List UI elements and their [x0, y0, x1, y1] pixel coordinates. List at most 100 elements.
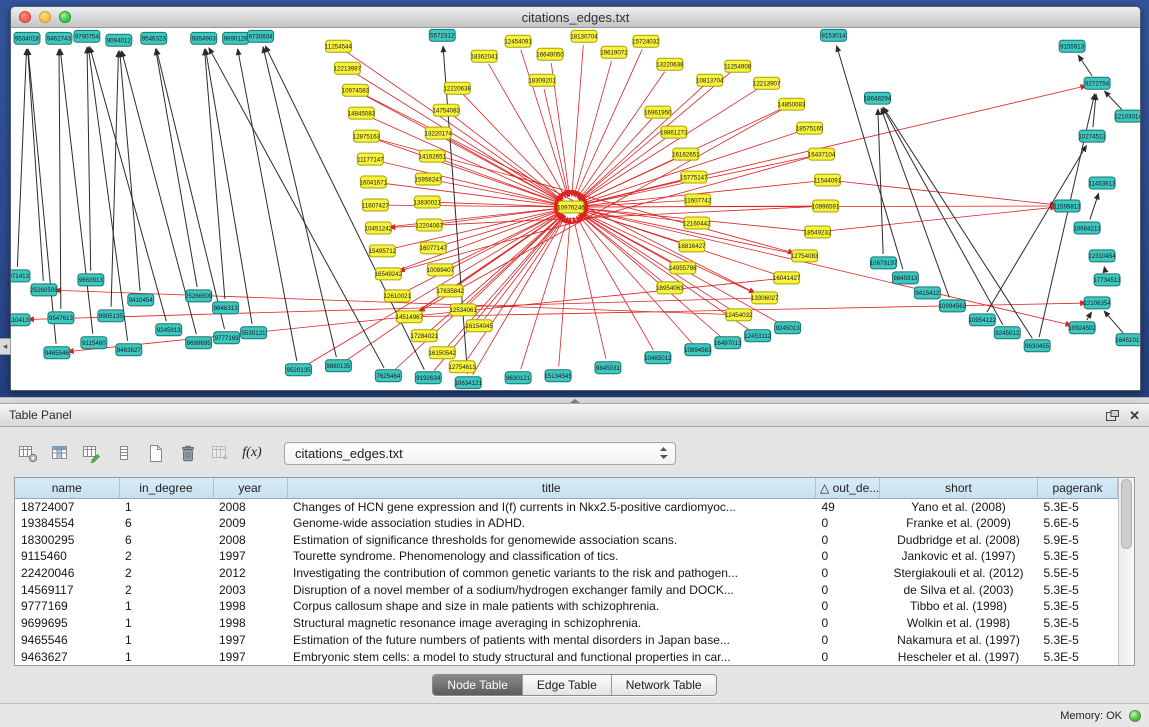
graph-node[interactable]: 9530121: [241, 327, 267, 339]
network-canvas[interactable]: 1097624611254544122139871097458314845083…: [11, 28, 1140, 391]
table-row[interactable]: 1830029562008Estimation of significance …: [15, 531, 1118, 548]
column-header-pagerank[interactable]: pagerank: [1038, 478, 1118, 498]
graph-node[interactable]: 10994563: [684, 344, 712, 356]
vertical-scrollbar[interactable]: [1118, 478, 1134, 665]
table-row[interactable]: 946362711997Embryonic stem cells: a mode…: [15, 648, 1118, 665]
tab-edge-table[interactable]: Edge Table: [522, 675, 611, 695]
graph-node[interactable]: 11544091: [814, 174, 842, 186]
graph-node[interactable]: 25266509: [185, 290, 213, 302]
table-row[interactable]: 1456911722003Disruption of a novel membe…: [15, 581, 1118, 598]
graph-node[interactable]: 10679197: [870, 257, 898, 269]
graph-node[interactable]: 9110413: [11, 314, 30, 326]
tab-network-table[interactable]: Network Table: [611, 675, 716, 695]
graph-node[interactable]: 16649050: [536, 48, 564, 60]
column-header-in_degree[interactable]: in_degree: [119, 478, 213, 498]
graph-node[interactable]: 9245013: [775, 322, 801, 334]
attribute-table[interactable]: namein_degreeyeartitle△ out_de...shortpa…: [15, 478, 1118, 665]
scrollbar-thumb[interactable]: [1121, 479, 1132, 549]
graph-node[interactable]: 9905135: [98, 310, 124, 322]
graph-node[interactable]: 14162651: [419, 150, 447, 162]
graph-node[interactable]: 15724032: [632, 35, 660, 47]
graph-node[interactable]: 9730604: [248, 30, 274, 42]
graph-node[interactable]: 5572312: [429, 29, 455, 41]
graph-node[interactable]: 12310454: [1088, 250, 1116, 262]
graph-node[interactable]: 10996591: [812, 200, 840, 212]
graph-node[interactable]: 13306027: [751, 292, 779, 304]
graph-node[interactable]: 10094563: [939, 300, 967, 312]
graph-node[interactable]: 16961950: [644, 106, 672, 118]
graph-node[interactable]: 9245913: [156, 324, 182, 336]
graph-node[interactable]: 17284021: [411, 330, 439, 342]
table-row[interactable]: 911546021997Tourette syndrome. Phenomeno…: [15, 548, 1118, 565]
graph-node[interactable]: 18954063: [656, 282, 684, 294]
graph-node[interactable]: 9845031: [595, 362, 621, 374]
graph-node[interactable]: 18309201: [528, 74, 556, 86]
close-panel-icon[interactable]: ✕: [1129, 409, 1140, 422]
graph-node[interactable]: 11595813: [1054, 200, 1082, 212]
delete-trash-button[interactable]: [174, 440, 202, 466]
graph-node[interactable]: 12106354: [1083, 297, 1111, 309]
graph-node[interactable]: 12754083: [791, 250, 819, 262]
table-row[interactable]: 946554611997Estimation of the future num…: [15, 632, 1118, 649]
tab-node-table[interactable]: Node Table: [433, 675, 522, 695]
graph-node[interactable]: 13220638: [656, 58, 684, 70]
graph-node[interactable]: 9071413: [11, 270, 30, 282]
graph-node[interactable]: 12454091: [504, 35, 532, 47]
column-header-name[interactable]: name: [15, 478, 119, 498]
graph-node[interactable]: 9155913: [1059, 40, 1085, 52]
graph-node[interactable]: 7625464: [375, 370, 401, 382]
collapse-left-panel-arrow-icon[interactable]: ◂: [0, 338, 11, 355]
graph-node[interactable]: 19861272: [660, 126, 688, 138]
graph-node[interactable]: 9462743: [46, 32, 72, 44]
graph-node[interactable]: 11607427: [362, 199, 390, 211]
graph-node[interactable]: 9192634: [415, 372, 441, 384]
select-column-button[interactable]: [110, 440, 138, 466]
new-document-button[interactable]: [142, 440, 170, 466]
graph-node[interactable]: 9115460: [81, 337, 107, 349]
graph-node[interactable]: 10954122: [969, 314, 997, 326]
float-panel-icon[interactable]: [1106, 410, 1119, 421]
graph-node[interactable]: 14754083: [432, 104, 460, 116]
graph-node[interactable]: 18362041: [470, 50, 498, 62]
graph-node[interactable]: 18575165: [796, 122, 824, 134]
graph-node[interactable]: 8153014: [821, 29, 847, 41]
graph-node[interactable]: 10274513: [1078, 130, 1106, 142]
graph-node[interactable]: 9846313: [213, 302, 239, 314]
graph-node[interactable]: 12204067: [416, 219, 444, 231]
graph-node[interactable]: 9272754: [1084, 77, 1110, 89]
network-window-titlebar[interactable]: citations_edges.txt: [11, 7, 1140, 28]
graph-node[interactable]: 11177147: [357, 153, 384, 165]
graph-node[interactable]: 12213907: [753, 77, 781, 89]
graph-node[interactable]: 13830021: [414, 196, 442, 208]
graph-node[interactable]: 16437104: [808, 148, 836, 160]
graph-node[interactable]: 16816427: [678, 240, 706, 252]
column-header-short[interactable]: short: [880, 478, 1038, 498]
graph-node[interactable]: 10099407: [427, 264, 455, 276]
graph-node[interactable]: 12610021: [384, 290, 412, 302]
graph-node[interactable]: 18648294: [864, 92, 892, 104]
table-row[interactable]: 969969511998Structural magnetic resonanc…: [15, 615, 1118, 632]
graph-node[interactable]: 16041671: [360, 176, 388, 188]
graph-node[interactable]: 9880135: [325, 360, 351, 372]
graph-node[interactable]: 12103014: [1114, 110, 1140, 122]
graph-node[interactable]: 11607742: [684, 194, 712, 206]
graph-node[interactable]: 9790754: [74, 30, 100, 42]
column-header-out_degree[interactable]: △ out_de...: [816, 478, 880, 498]
graph-node[interactable]: 16041427: [773, 272, 801, 284]
graph-node[interactable]: 15134545: [544, 370, 572, 382]
graph-node[interactable]: 16451013: [1115, 334, 1140, 346]
graph-node[interactable]: 14850083: [778, 98, 806, 110]
graph-node[interactable]: 11254908: [724, 60, 752, 72]
graph-node[interactable]: 14514967: [396, 311, 424, 323]
graph-node[interactable]: 11453613: [1089, 177, 1117, 189]
graph-node[interactable]: 10974583: [342, 84, 370, 96]
graph-node[interactable]: 14955798: [669, 262, 697, 274]
graph-node[interactable]: 16154045: [465, 320, 493, 332]
graph-node[interactable]: 12875163: [353, 130, 381, 142]
show-columns-button[interactable]: [46, 440, 74, 466]
network-table-selector[interactable]: citations_edges.txt: [284, 442, 676, 465]
table-row[interactable]: 977716911998Corpus callosum shape and si…: [15, 598, 1118, 615]
graph-node[interactable]: 16497013: [714, 337, 742, 349]
graph-node[interactable]: 15495712: [369, 245, 397, 257]
horizontal-splitter[interactable]: [0, 397, 1149, 404]
